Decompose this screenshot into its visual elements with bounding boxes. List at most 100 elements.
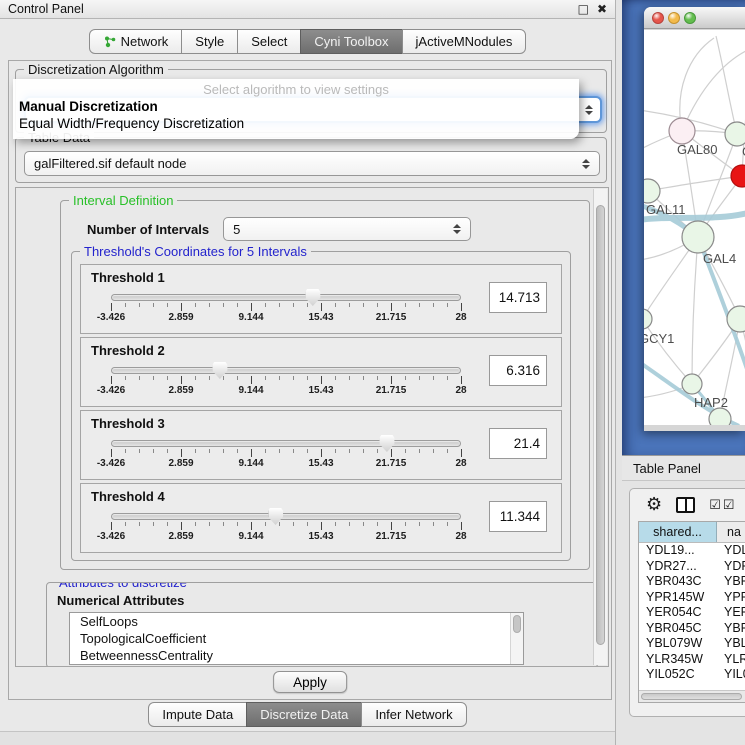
tab-cyni-toolbox[interactable]: Cyni Toolbox: [300, 29, 402, 54]
tab-network[interactable]: Network: [89, 29, 183, 54]
table-row[interactable]: YDL19...YDL1: [639, 543, 745, 559]
algorithm-option-manual[interactable]: Manual Discretization: [17, 99, 575, 116]
right-region: GAL80 GA GAL11 C GAL4 GCY1 H HAP2 Table …: [615, 0, 745, 745]
table-row[interactable]: YBR043CYBR0: [639, 574, 745, 590]
tick-label: 28: [455, 531, 466, 542]
slider-ticks: [111, 376, 461, 384]
threshold-3-slider[interactable]: -3.426 2.859 9.144 15.43 21.715 28: [111, 440, 461, 469]
tab-style[interactable]: Style: [181, 29, 238, 54]
threshold-1-slider[interactable]: -3.426 2.859 9.144 15.43 21.715 28: [111, 294, 461, 323]
interval-definition-group: Interval Definition Number of Intervals …: [60, 200, 590, 570]
threshold-4-row: Threshold 4 -3.426 2.859 9.144: [80, 483, 562, 553]
application-window: Control Panel □ ✖ Network Style Select C…: [0, 0, 745, 745]
table-row[interactable]: YBL079WYBL0: [639, 636, 745, 652]
column-layout-icon[interactable]: [676, 497, 695, 513]
node-label: GCY1: [644, 331, 674, 346]
numerical-attributes-list[interactable]: SelfLoops TopologicalCoefficient Between…: [69, 612, 524, 665]
node-gal80: [669, 118, 695, 144]
minimize-traffic-light-icon[interactable]: [668, 12, 680, 24]
scrollbar-thumb[interactable]: [596, 205, 605, 645]
apply-button[interactable]: Apply: [273, 671, 347, 693]
tick-label: -3.426: [97, 458, 125, 469]
bottom-tabbar: Impute Data Discretize Data Infer Networ…: [0, 702, 615, 727]
slider-ticks: [111, 522, 461, 530]
tab-impute-data[interactable]: Impute Data: [148, 702, 247, 727]
status-strip: [0, 731, 615, 745]
tab-select[interactable]: Select: [237, 29, 301, 54]
list-item[interactable]: BetweennessCentrality: [70, 647, 523, 664]
number-of-intervals-combobox[interactable]: 5: [223, 217, 471, 241]
panel-title: Control Panel: [8, 2, 84, 16]
list-scrollbar[interactable]: [510, 613, 523, 664]
table-row[interactable]: YBR045CYBR0: [639, 621, 745, 637]
tab-infer-network[interactable]: Infer Network: [361, 702, 466, 727]
slider-track[interactable]: [111, 513, 461, 520]
thresholds-group: Threshold's Coordinates for 5 Intervals …: [71, 251, 571, 561]
slider-tick-labels: -3.426 2.859 9.144 15.43 21.715 28: [111, 531, 461, 542]
slider-track[interactable]: [111, 367, 461, 374]
threshold-3-value-field[interactable]: 21.4: [489, 428, 547, 459]
slider-ticks: [111, 303, 461, 311]
network-desktop: GAL80 GA GAL11 C GAL4 GCY1 H HAP2: [622, 0, 745, 455]
tick-label: -3.426: [97, 312, 125, 323]
node-bottom: [709, 408, 731, 425]
threshold-2-slider[interactable]: -3.426 2.859 9.144 15.43 21.715 28: [111, 367, 461, 396]
combo-value: galFiltered.sif default node: [34, 156, 186, 171]
table-row[interactable]: YDR27...YDR2: [639, 559, 745, 575]
column-header-shared-name[interactable]: shared...: [639, 522, 717, 542]
threshold-label: Threshold 2: [91, 343, 551, 358]
table-data-combobox[interactable]: galFiltered.sif default node: [24, 151, 600, 176]
node-table[interactable]: shared... na YDL19...YDL1 YDR27...YDR2 Y…: [638, 521, 745, 703]
network-window-titlebar[interactable]: [644, 7, 745, 29]
network-view-window[interactable]: GAL80 GA GAL11 C GAL4 GCY1 H HAP2: [644, 7, 745, 431]
tick-label: 15.43: [308, 385, 333, 396]
algorithm-placeholder: Select algorithm to view settings: [17, 82, 575, 99]
table-horizontal-scrollbar[interactable]: [639, 690, 745, 702]
close-icon[interactable]: ✖: [597, 3, 607, 15]
tab-label: Network: [121, 34, 169, 49]
tick-label: 15.43: [308, 458, 333, 469]
threshold-3-row: Threshold 3 -3.426 2.859 9.144: [80, 410, 562, 480]
threshold-2-value-field[interactable]: 6.316: [489, 355, 547, 386]
threshold-1-value-field[interactable]: 14.713: [489, 282, 547, 313]
network-icon: [103, 35, 116, 48]
tick-label: 28: [455, 458, 466, 469]
tab-label: Impute Data: [162, 707, 233, 722]
tick-label: 28: [455, 312, 466, 323]
checkbox-icons[interactable]: ☑☑: [709, 499, 736, 512]
slider-track[interactable]: [111, 294, 461, 301]
node-gcy1: [644, 309, 652, 329]
node-label: GAL80: [677, 142, 717, 157]
table-row[interactable]: YPR145WYPR1: [639, 590, 745, 606]
network-canvas[interactable]: GAL80 GA GAL11 C GAL4 GCY1 H HAP2: [644, 30, 745, 425]
table-row[interactable]: YER054CYER0: [639, 605, 745, 621]
threshold-4-value-field[interactable]: 11.344: [489, 501, 547, 532]
float-window-icon[interactable]: □: [578, 3, 589, 15]
scrollbar-thumb[interactable]: [641, 693, 742, 700]
node-label: GAL4: [703, 251, 736, 266]
main-scrollbar[interactable]: [593, 189, 607, 665]
table-panel-title: Table Panel: [633, 461, 701, 476]
zoom-traffic-light-icon[interactable]: [684, 12, 696, 24]
node-label: HAP2: [694, 395, 728, 410]
list-item[interactable]: TopologicalCoefficient: [70, 630, 523, 647]
algorithm-option-equal-width[interactable]: Equal Width/Frequency Discretization: [17, 116, 575, 133]
list-item[interactable]: SelfLoops: [70, 613, 523, 630]
table-row[interactable]: YLR345WYLR3: [639, 652, 745, 668]
tick-label: 2.859: [168, 385, 193, 396]
tick-label: -3.426: [97, 385, 125, 396]
table-header: shared... na: [639, 522, 745, 543]
slider-track[interactable]: [111, 440, 461, 447]
threshold-4-slider[interactable]: -3.426 2.859 9.144 15.43 21.715 28: [111, 513, 461, 542]
tab-jactivemnodules[interactable]: jActiveMNodules: [402, 29, 527, 54]
close-traffic-light-icon[interactable]: [652, 12, 664, 24]
tab-discretize-data[interactable]: Discretize Data: [246, 702, 362, 727]
table-row[interactable]: YIL052CYIL0: [639, 667, 745, 683]
tab-label: Discretize Data: [260, 707, 348, 722]
tick-label: 21.715: [376, 458, 407, 469]
group-title: Discretization Algorithm: [24, 62, 168, 77]
gear-icon[interactable]: ⚙: [646, 496, 662, 514]
group-title: Attributes to discretize: [55, 582, 191, 590]
threshold-label: Threshold 4: [91, 489, 551, 504]
column-header-name[interactable]: na: [717, 522, 745, 542]
